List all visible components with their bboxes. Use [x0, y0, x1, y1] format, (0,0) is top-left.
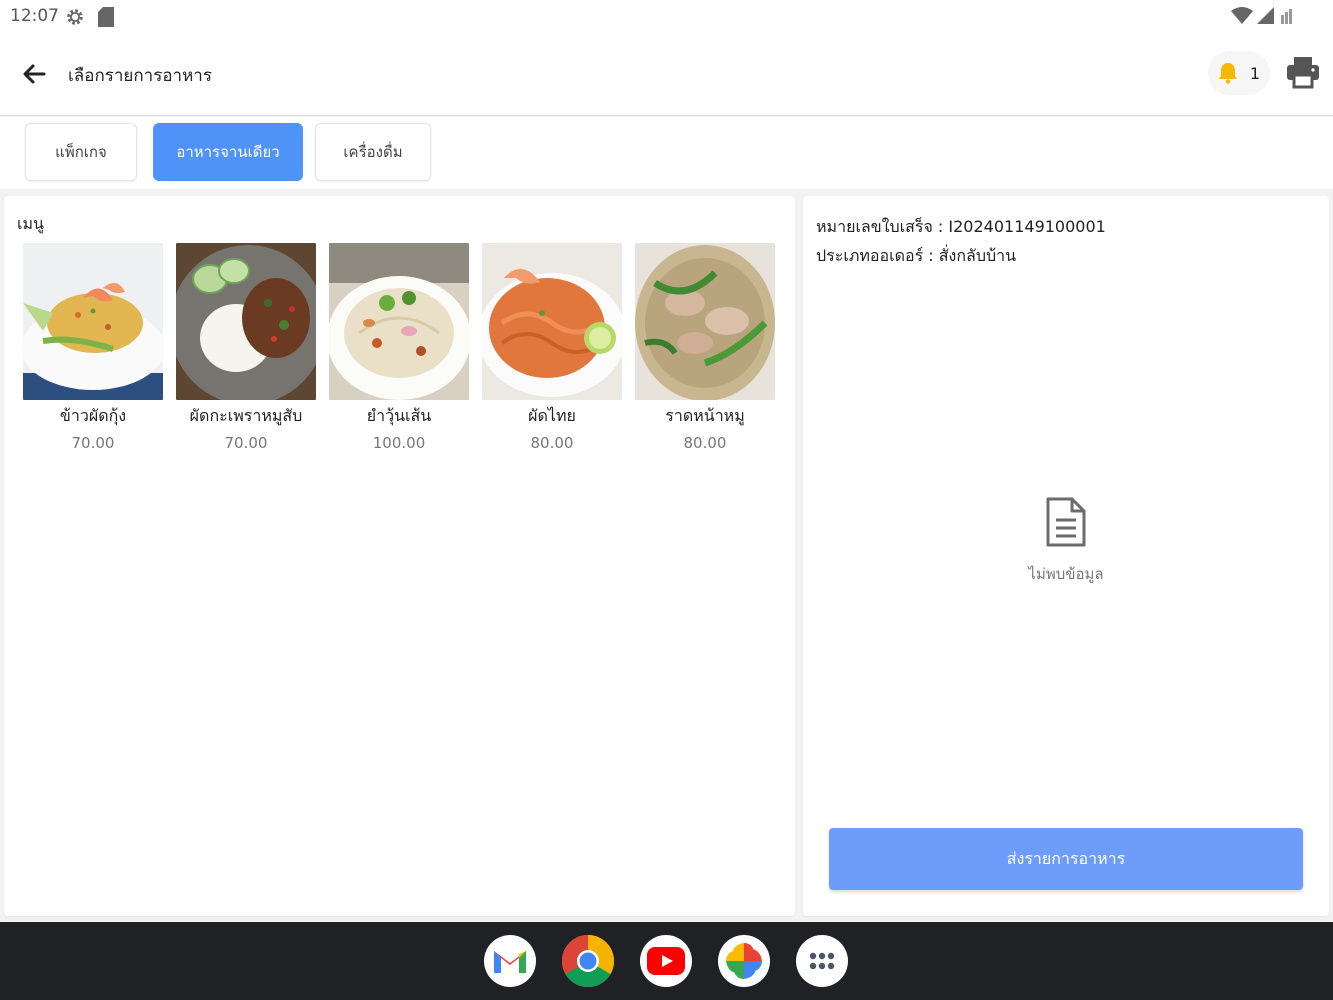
back-arrow-icon[interactable]: [20, 60, 48, 88]
menu-heading: เมนู: [17, 214, 44, 233]
wifi-icon: [1231, 7, 1253, 24]
menu-item-basil-pork[interactable]: ผัดกะเพราหมูสับ 70.00: [176, 243, 316, 452]
menu-panel: เมนู ข้าวผัดกุ้ง 70.00 ผัดกะเพราหมูสับ 7…: [4, 196, 795, 916]
order-type-label: ประเภทออเดอร์ :: [816, 246, 939, 265]
app-bar: เลือกรายการอาหาร 1: [0, 34, 1333, 116]
menu-item-rad-na-pork[interactable]: ราดหน้าหมู 80.00: [635, 243, 775, 452]
status-bar: 12:07: [0, 0, 1333, 34]
food-image-shrimp-fried-rice: [23, 243, 163, 400]
status-icons: [1231, 7, 1293, 25]
tab-drinks[interactable]: เครื่องดื่ม: [315, 123, 431, 181]
menu-item-shrimp-fried-rice[interactable]: ข้าวผัดกุ้ง 70.00: [23, 243, 163, 452]
page-title: เลือกรายการอาหาร: [68, 66, 212, 86]
empty-state: ไม่พบข้อมูล: [803, 496, 1329, 586]
order-panel: หมายเลขใบเสร็จ : I202401149100001 ประเภท…: [803, 196, 1329, 916]
menu-grid: ข้าวผัดกุ้ง 70.00 ผัดกะเพราหมูสับ 70.00 …: [23, 243, 775, 452]
receipt-label: หมายเลขใบเสร็จ :: [816, 217, 949, 236]
gmail-icon[interactable]: [484, 935, 536, 987]
menu-item-price: 100.00: [372, 434, 426, 452]
menu-item-name: ราดหน้าหมู: [665, 406, 745, 425]
receipt-number: I202401149100001: [948, 217, 1106, 236]
menu-item-price: 80.00: [683, 434, 727, 452]
order-info: หมายเลขใบเสร็จ : I202401149100001 ประเภท…: [816, 212, 1106, 270]
menu-item-price: 70.00: [71, 434, 115, 452]
youtube-icon[interactable]: [640, 935, 692, 987]
food-image-basil-pork: [176, 243, 316, 400]
order-type-row: ประเภทออเดอร์ : สั่งกลับบ้าน: [816, 241, 1106, 270]
menu-item-name: ผัดไทย: [528, 406, 576, 425]
food-image-rad-na-pork: [635, 243, 775, 400]
sd-card-icon: [98, 7, 114, 27]
food-image-glass-noodle-salad: [329, 243, 469, 400]
food-image-pad-thai: [482, 243, 622, 400]
menu-item-name: ยำวุ้นเส้น: [366, 406, 432, 425]
printer-icon[interactable]: [1285, 54, 1321, 90]
battery-icon: [1281, 9, 1292, 24]
notification-count: 1: [1249, 63, 1261, 83]
app-dock: [0, 922, 1333, 1000]
photos-icon[interactable]: [718, 935, 770, 987]
menu-item-price: 80.00: [530, 434, 574, 452]
signal-icon: [1257, 7, 1274, 24]
menu-item-price: 70.00: [224, 434, 268, 452]
category-tabs: แพ็กเกจ อาหารจานเดียว เครื่องดื่ม: [0, 117, 1333, 189]
empty-state-label: ไม่พบข้อมูล: [1028, 565, 1104, 583]
notification-button[interactable]: 1: [1208, 51, 1270, 95]
tab-single-dish[interactable]: อาหารจานเดียว: [153, 123, 303, 181]
settings-gear-icon: [67, 9, 83, 25]
tab-package[interactable]: แพ็กเกจ: [25, 123, 137, 181]
bell-icon: [1218, 63, 1237, 84]
menu-item-name: ข้าวผัดกุ้ง: [59, 406, 127, 425]
menu-item-pad-thai[interactable]: ผัดไทย 80.00: [482, 243, 622, 452]
app-drawer-icon[interactable]: [796, 935, 848, 987]
menu-item-name: ผัดกะเพราหมูสับ: [189, 406, 303, 425]
document-icon: [1046, 497, 1086, 547]
order-type-value: สั่งกลับบ้าน: [938, 246, 1017, 265]
status-time: 12:07: [10, 6, 59, 26]
menu-item-glass-noodle-salad[interactable]: ยำวุ้นเส้น 100.00: [329, 243, 469, 452]
send-order-button[interactable]: ส่งรายการอาหาร: [829, 828, 1303, 890]
receipt-row: หมายเลขใบเสร็จ : I202401149100001: [816, 212, 1106, 241]
chrome-icon[interactable]: [562, 935, 614, 987]
